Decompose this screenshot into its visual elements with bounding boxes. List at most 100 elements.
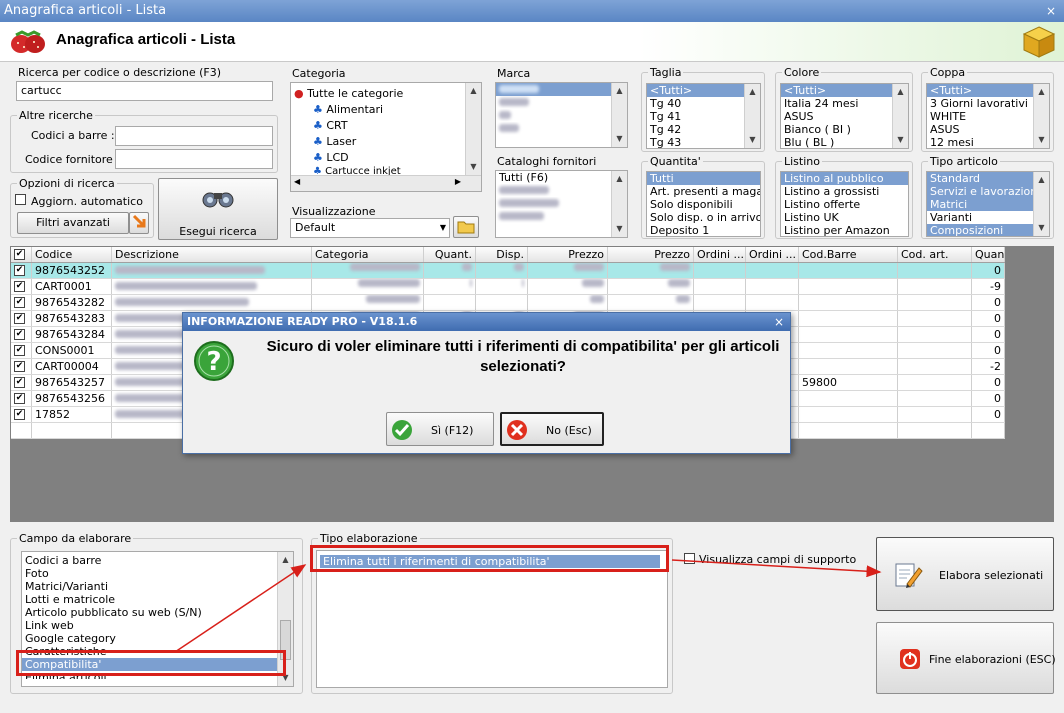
categoria-root[interactable]: ● Tutte le categorie	[294, 87, 403, 100]
row-checkbox[interactable]: ✔	[14, 265, 25, 276]
list-item[interactable]: Tutti (F6)	[496, 171, 627, 184]
column-header[interactable]: Quant.	[972, 247, 1005, 262]
row-checkbox[interactable]: ✔	[14, 281, 25, 292]
list-item[interactable]	[496, 109, 627, 122]
column-header[interactable]: Disp.	[476, 247, 528, 262]
scroll-up-icon[interactable]: ▲	[614, 85, 625, 97]
list-item[interactable]: Listino offerte	[781, 198, 908, 211]
list-item[interactable]: Foto	[22, 567, 293, 580]
row-select-cell[interactable]: ✔	[11, 327, 32, 342]
categoria-tree[interactable]: ● Tutte le categorie ♣ Alimentari ♣ CRT …	[290, 82, 482, 192]
list-item[interactable]: <Tutti>	[927, 84, 1049, 97]
list-item[interactable]: WHITE	[927, 110, 1049, 123]
row-select-cell[interactable]: ✔	[11, 279, 32, 294]
list-item[interactable]: <Tutti>	[781, 84, 908, 97]
list-item[interactable]	[496, 184, 627, 197]
row-checkbox[interactable]: ✔	[14, 345, 25, 356]
list-item[interactable]: Standard	[927, 172, 1049, 185]
scroll-down-icon[interactable]: ▼	[614, 223, 625, 235]
categoria-item-inkjet[interactable]: ♣ Cartucce inkjet	[313, 166, 401, 175]
tipo-articolo-list[interactable]: Standard Servizi e lavorazioni Matrici V…	[926, 171, 1050, 237]
list-item[interactable]: Listino UK	[781, 211, 908, 224]
column-header[interactable]: Quant.	[424, 247, 476, 262]
supporto-checkbox[interactable]	[684, 553, 695, 564]
scroll-down-icon[interactable]: ▼	[747, 134, 758, 146]
chevron-down-icon[interactable]: ▼	[440, 221, 446, 235]
no-button[interactable]: No (Esc)	[500, 412, 604, 446]
check-icon[interactable]: ✔	[14, 249, 25, 260]
marca-list[interactable]: ▲ ▼	[495, 82, 628, 148]
scroll-up-icon[interactable]: ▲	[614, 173, 625, 185]
scroll-down-icon[interactable]: ▼	[468, 161, 479, 173]
list-item[interactable]: Tutti	[647, 172, 760, 185]
scroll-down-icon[interactable]: ▼	[1036, 222, 1047, 234]
column-header[interactable]: Ordini ...	[694, 247, 746, 262]
list-item[interactable]: Lotti e matricole	[22, 593, 293, 606]
coppa-list[interactable]: <Tutti> 3 Giorni lavorativi WHITE ASUS 1…	[926, 83, 1050, 149]
scroll-up-icon[interactable]: ▲	[1036, 174, 1047, 186]
row-checkbox[interactable]: ✔	[14, 297, 25, 308]
row-select-cell[interactable]: ✔	[11, 263, 32, 278]
window-close-icon[interactable]: ×	[1046, 0, 1056, 22]
categoria-vscroll[interactable]: ▲ ▼	[465, 83, 481, 175]
row-checkbox[interactable]: ✔	[14, 377, 25, 388]
scroll-up-icon[interactable]: ▲	[280, 554, 291, 566]
row-checkbox[interactable]: ✔	[14, 393, 25, 404]
list-item[interactable]: Solo disp. o in arrivo	[647, 211, 760, 224]
list-item[interactable]: Codici a barre	[22, 554, 293, 567]
folder-button[interactable]	[453, 216, 479, 238]
dialog-close-icon[interactable]: ×	[774, 313, 784, 331]
list-item[interactable]: Varianti	[927, 211, 1049, 224]
filtri-avanzati-button[interactable]: Filtri avanzati	[17, 212, 129, 234]
list-item[interactable]: Composizioni	[927, 224, 1049, 236]
list-item[interactable]: ASUS	[781, 110, 908, 123]
column-header[interactable]: Ordini ...	[746, 247, 799, 262]
cataloghi-list[interactable]: Tutti (F6) ▲ ▼	[495, 170, 628, 238]
list-item[interactable]: Listino al pubblico	[781, 172, 908, 185]
row-select-cell[interactable]: ✔	[11, 407, 32, 422]
column-header[interactable]: Categoria	[312, 247, 424, 262]
row-select-cell[interactable]: ✔	[11, 311, 32, 326]
list-item[interactable]	[496, 122, 627, 135]
scroll-left-icon[interactable]: ◀	[294, 177, 300, 186]
categoria-item-lcd[interactable]: ♣ LCD	[313, 151, 349, 164]
column-header[interactable]: Prezzo	[608, 247, 694, 262]
list-item[interactable]: Matrici	[927, 198, 1049, 211]
scroll-up-icon[interactable]: ▲	[895, 86, 906, 98]
row-select-cell[interactable]: ✔	[11, 295, 32, 310]
filtri-arrow-button[interactable]	[129, 212, 149, 234]
categoria-item-crt[interactable]: ♣ CRT	[313, 119, 348, 132]
list-item[interactable]: ASUS	[927, 123, 1049, 136]
cube-icon[interactable]	[1022, 25, 1056, 59]
fine-elaborazioni-button[interactable]: Fine elaborazioni (ESC)	[876, 622, 1056, 694]
row-checkbox[interactable]: ✔	[14, 361, 25, 372]
list-item[interactable]: 12 mesi	[927, 136, 1049, 148]
list-item[interactable]	[496, 96, 627, 109]
scroll-down-icon[interactable]: ▼	[614, 133, 625, 145]
fornitore-input[interactable]	[115, 149, 273, 169]
list-item[interactable]: Italia 24 mesi	[781, 97, 908, 110]
colore-vscroll[interactable]: ▲ ▼	[892, 84, 908, 148]
row-checkbox[interactable]: ✔	[14, 329, 25, 340]
table-row[interactable]: ✔ CART0001 -9	[11, 279, 1005, 295]
taglia-list[interactable]: <Tutti> Tg 40 Tg 41 Tg 42 Tg 43 ▲ ▼	[646, 83, 761, 149]
esegui-ricerca-button[interactable]: Esegui ricerca	[158, 178, 278, 240]
scroll-down-icon[interactable]: ▼	[1036, 134, 1047, 146]
table-row[interactable]: ✔ 9876543252 0	[11, 263, 1005, 279]
barcode-input[interactable]	[115, 126, 273, 146]
list-item[interactable]: 3 Giorni lavorativi	[927, 97, 1049, 110]
list-item[interactable]: Art. presenti a magazzino	[647, 185, 760, 198]
scroll-up-icon[interactable]: ▲	[747, 86, 758, 98]
yes-button[interactable]: Sì (F12)	[386, 412, 494, 446]
marca-vscroll[interactable]: ▲ ▼	[611, 83, 627, 147]
elabora-selezionati-button[interactable]: Elabora selezionati	[876, 537, 1054, 611]
categoria-hscroll[interactable]: ◀ ▶	[291, 175, 481, 191]
column-header[interactable]: Cod. art.	[898, 247, 972, 262]
header-select-all[interactable]: ✔	[11, 247, 32, 262]
list-item[interactable]: Matrici/Varianti	[22, 580, 293, 593]
list-item[interactable]: Link web	[22, 619, 293, 632]
list-item[interactable]: Solo disponibili	[647, 198, 760, 211]
coppa-vscroll[interactable]: ▲ ▼	[1033, 84, 1049, 148]
list-item[interactable]: Listino a grossisti	[781, 185, 908, 198]
column-header[interactable]: Codice	[32, 247, 112, 262]
